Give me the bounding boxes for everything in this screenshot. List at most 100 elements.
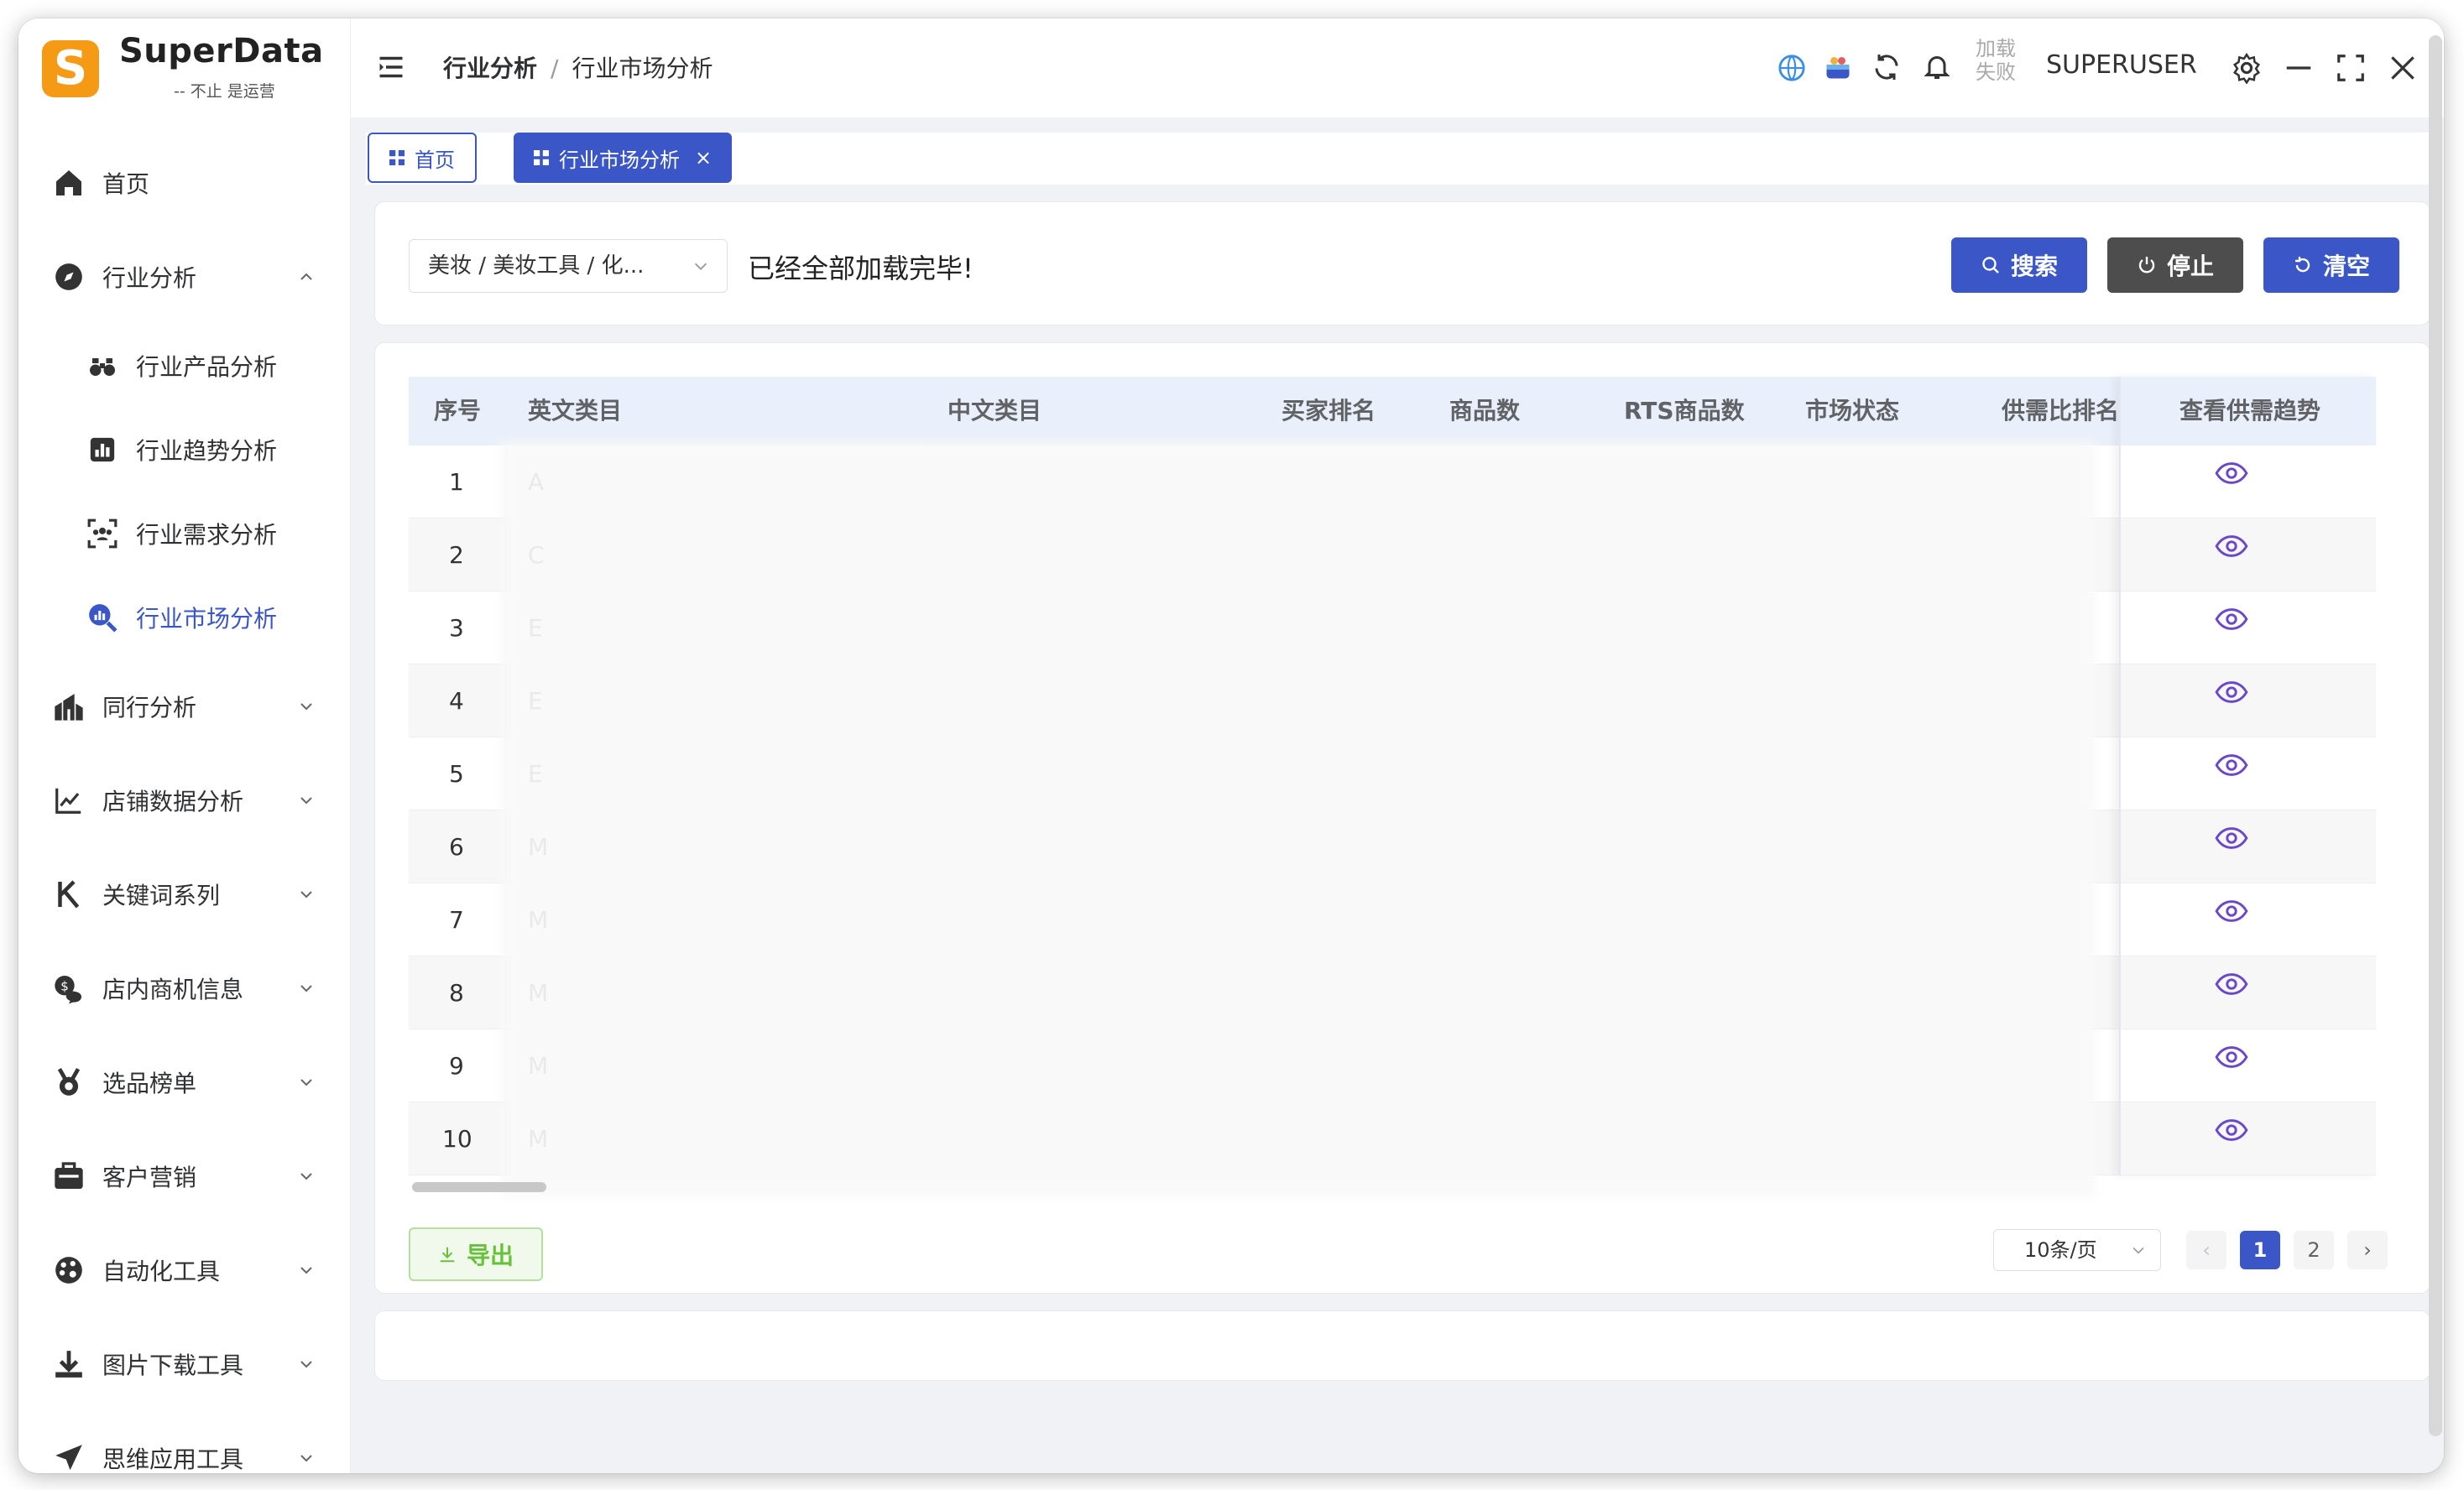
download-icon xyxy=(440,1247,455,1263)
grid-icon xyxy=(389,150,405,165)
sidebar-item-ranking[interactable]: 选品榜单 xyxy=(18,1035,350,1129)
sidebar-item-industry-analysis[interactable]: 行业分析 xyxy=(18,230,350,324)
results-panel: 序号 英文类目 中文类目 买家排名 商品数 RTS商品数 市场状态 供需比排名 … xyxy=(374,342,2430,1294)
send-icon xyxy=(50,1440,87,1473)
stop-button[interactable]: 停止 xyxy=(2107,237,2243,293)
category-cascader[interactable]: 美妆 / 美妆工具 / 化... xyxy=(409,239,728,293)
page-button-1[interactable]: 1 xyxy=(2240,1231,2280,1269)
chevron-down-icon xyxy=(300,1361,312,1368)
sidebar-menu: 首页 行业分析 行业产品分析 行业趋势分析 行业需求分析 行业市场分析 同行分析… xyxy=(18,136,350,1473)
sidebar-item-label: 店铺数据分析 xyxy=(102,788,244,815)
power-icon xyxy=(2138,257,2155,274)
next-page-button[interactable]: › xyxy=(2347,1231,2388,1269)
export-button[interactable]: 导出 xyxy=(409,1227,543,1281)
globe-icon[interactable] xyxy=(1778,54,1806,82)
sidebar-item-label: 首页 xyxy=(102,170,150,198)
column-header[interactable]: 英文类目 xyxy=(528,377,622,445)
brand-slogan: -- 不止 是运营 xyxy=(174,82,275,101)
bell-icon[interactable] xyxy=(1922,50,1952,82)
chevron-down-icon xyxy=(300,891,312,899)
breadcrumb-separator: / xyxy=(551,55,559,82)
prev-page-button[interactable]: ‹ xyxy=(2186,1231,2226,1269)
column-header[interactable]: 商品数 xyxy=(1449,377,1520,445)
chevron-down-icon xyxy=(300,1455,312,1462)
sidebar-item-mind-tools[interactable]: 思维应用工具 xyxy=(18,1411,350,1473)
row-index: 1 xyxy=(449,468,464,496)
clear-button[interactable]: 清空 xyxy=(2263,237,2399,293)
column-header[interactable]: 市场状态 xyxy=(1805,377,1899,445)
sidebar-item-label: 行业产品分析 xyxy=(136,353,278,381)
sidebar-item-industry-demand[interactable]: 行业需求分析 xyxy=(18,492,350,576)
tab-home[interactable]: 首页 xyxy=(368,133,477,183)
column-header[interactable]: 序号 xyxy=(434,377,481,445)
breadcrumb-item[interactable]: 行业分析 xyxy=(443,55,537,82)
chevron-down-icon xyxy=(300,1267,312,1274)
horizontal-scrollbar[interactable] xyxy=(412,1182,546,1192)
load-status-text: 已经全部加载完毕! xyxy=(748,253,974,284)
row-index: 10 xyxy=(442,1125,472,1153)
row-index: 2 xyxy=(449,541,464,569)
people-scan-icon xyxy=(84,515,121,552)
sidebar-item-industry-trend[interactable]: 行业趋势分析 xyxy=(18,408,350,492)
app-window: S SuperData -- 不止 是运营 首页 行业分析 行业产品分析 行业趋… xyxy=(18,18,2444,1473)
chevron-down-icon xyxy=(2133,1247,2144,1254)
page-button-2[interactable]: 2 xyxy=(2294,1231,2334,1269)
table-header: 序号 英文类目 中文类目 买家排名 商品数 RTS商品数 市场状态 供需比排名 … xyxy=(409,377,2376,445)
sidebar-item-customer-marketing[interactable]: 客户营销 xyxy=(18,1129,350,1223)
chevron-down-icon xyxy=(300,985,312,992)
chevron-down-icon xyxy=(300,797,312,805)
vertical-scrollbar[interactable] xyxy=(2429,35,2442,1436)
sidebar-item-label: 店内商机信息 xyxy=(102,976,244,1003)
logo-icon: S xyxy=(42,40,99,97)
tab-industry-market[interactable]: 行业市场分析 × xyxy=(514,133,733,183)
close-icon[interactable] xyxy=(2387,52,2419,84)
export-button-label: 导出 xyxy=(466,1242,514,1269)
refresh-icon xyxy=(2294,257,2310,273)
refresh-icon[interactable] xyxy=(1871,52,1902,82)
compass-icon xyxy=(50,258,87,295)
sidebar-item-shop-opportunity[interactable]: $ 店内商机信息 xyxy=(18,941,350,1035)
fixed-action-column xyxy=(2119,377,2376,1175)
column-header[interactable]: 买家排名 xyxy=(1282,377,1376,445)
row-index: 8 xyxy=(449,979,464,1007)
sidebar-item-automation[interactable]: 自动化工具 xyxy=(18,1223,350,1317)
cascader-value: 美妆 / 美妆工具 / 化... xyxy=(428,253,645,279)
username[interactable]: SUPERUSER xyxy=(2046,50,2197,80)
sidebar-item-keywords[interactable]: 关键词系列 xyxy=(18,847,350,941)
sidebar-item-home[interactable]: 首页 xyxy=(18,136,350,230)
menu-toggle-icon[interactable] xyxy=(376,52,406,82)
line-chart-icon xyxy=(50,782,87,819)
sidebar-item-image-download[interactable]: 图片下载工具 xyxy=(18,1317,350,1411)
row-index: 3 xyxy=(449,614,464,642)
home-icon xyxy=(50,164,87,201)
palette-icon xyxy=(50,1252,87,1289)
sidebar-item-label: 选品榜单 xyxy=(102,1070,197,1097)
column-header[interactable]: RTS商品数 xyxy=(1624,377,1745,445)
column-header[interactable]: 中文类目 xyxy=(947,377,1041,445)
chevron-down-icon xyxy=(300,703,312,711)
sidebar-item-shop-data[interactable]: 店铺数据分析 xyxy=(18,753,350,847)
sidebar-item-industry-market[interactable]: 行业市场分析 xyxy=(18,576,350,659)
column-header[interactable]: 供需比排名 xyxy=(2002,377,2119,445)
sidebar-item-label: 行业分析 xyxy=(102,264,197,292)
top-header: 行业分析 / 行业市场分析 加载失败 SUPERUSER xyxy=(351,18,2444,117)
binoculars-icon xyxy=(84,347,121,384)
sidebar-item-label: 思维应用工具 xyxy=(102,1446,244,1473)
gear-icon[interactable] xyxy=(2231,52,2263,84)
sidebar-item-label: 客户营销 xyxy=(102,1164,197,1191)
minimize-icon[interactable] xyxy=(2283,52,2315,84)
row-index: 4 xyxy=(449,687,464,715)
chart-panel xyxy=(374,1310,2430,1381)
sidebar-item-peer-analysis[interactable]: 同行分析 xyxy=(18,659,350,753)
page-size-select[interactable]: 10条/页 xyxy=(1993,1229,2161,1271)
download-icon xyxy=(50,1346,87,1383)
fullscreen-icon[interactable] xyxy=(2335,52,2367,84)
row-index: 5 xyxy=(449,760,464,788)
cloud-app-icon[interactable] xyxy=(1823,52,1853,82)
row-index: 6 xyxy=(449,833,464,861)
sidebar-item-industry-product[interactable]: 行业产品分析 xyxy=(18,324,350,408)
chat-coin-icon: $ xyxy=(50,970,87,1007)
tab-close-icon[interactable]: × xyxy=(695,146,712,169)
search-button[interactable]: 搜索 xyxy=(1951,237,2087,293)
stop-button-label: 停止 xyxy=(2166,253,2214,280)
